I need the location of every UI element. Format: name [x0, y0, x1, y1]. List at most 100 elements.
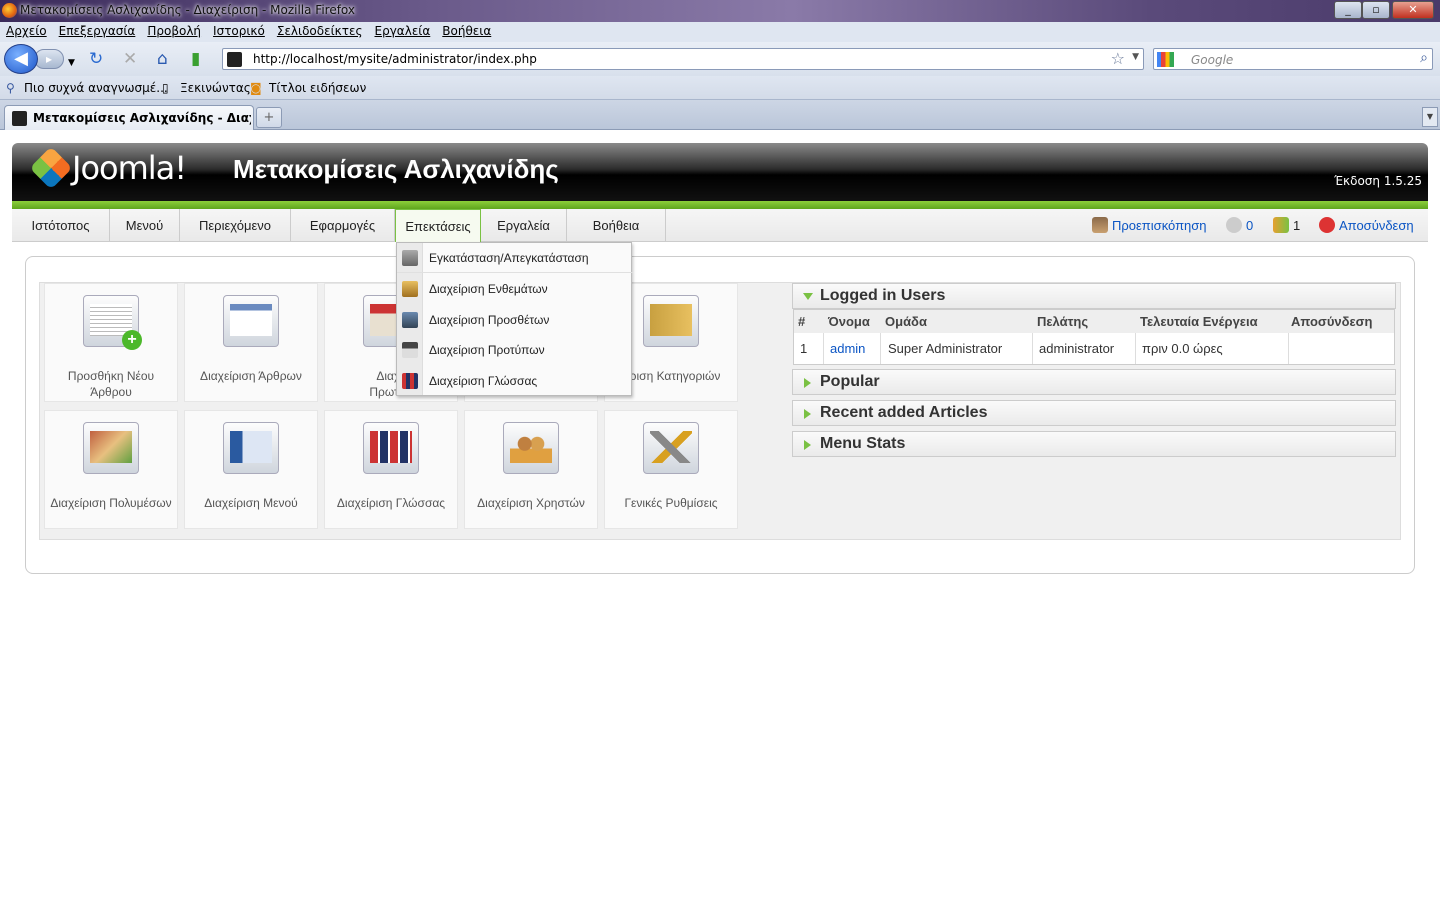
- messages-link[interactable]: 0: [1226, 217, 1253, 233]
- quickicon-articles[interactable]: Διαχείριση Άρθρων: [184, 283, 318, 402]
- tab-favicon: [12, 111, 27, 126]
- tab-title: Μετακομίσεις Ασλιχανίδης - Διαχεί...: [33, 111, 251, 125]
- bookmark-news[interactable]: Τίτλοι ειδήσεων: [269, 81, 366, 95]
- menu-view[interactable]: Προβολή: [141, 22, 207, 40]
- table-row: 1 admin Super Administrator administrato…: [794, 333, 1394, 364]
- col-name: Όνομα: [828, 314, 870, 329]
- minimize-button[interactable]: _: [1334, 1, 1362, 19]
- quickicon-label: Διαχείριση Μενού: [204, 496, 298, 510]
- templates-icon: [402, 342, 418, 358]
- extensions-dropdown: Εγκατάσταση/Απεγκατάσταση Διαχείριση Ενθ…: [396, 242, 633, 396]
- quickicon-media[interactable]: Διαχείριση Πολυμέσων: [44, 410, 178, 529]
- logout-link[interactable]: Αποσύνδεση: [1319, 217, 1414, 233]
- menu-file[interactable]: Αρχείο: [0, 22, 53, 40]
- logged-in-users-table: # Όνομα Ομάδα Πελάτης Τελευταία Ενέργεια…: [793, 309, 1395, 365]
- joomla-logo-icon: [29, 146, 73, 190]
- window-title: Μετακομίσεις Ασλιχανίδης - Διαχείριση - …: [20, 3, 356, 17]
- add-article-icon: +: [83, 295, 142, 350]
- home-icon[interactable]: ⌂: [157, 49, 168, 69]
- window-titlebar: Μετακομίσεις Ασλιχανίδης - Διαχείριση - …: [0, 0, 1440, 22]
- articles-icon: [223, 295, 279, 347]
- plugins-icon: [402, 312, 418, 328]
- modules-icon: [402, 281, 418, 297]
- bookmark-icon: ⚲: [6, 81, 15, 95]
- history-dropdown-icon[interactable]: ▼: [68, 53, 75, 73]
- browser-menubar: Αρχείο Επεξεργασία Προβολή Ιστορικό Σελιδοδε…: [0, 22, 1440, 42]
- menu-tools[interactable]: Εργαλεία: [369, 22, 437, 40]
- dropdown-item-install[interactable]: Εγκατάσταση/Απεγκατάσταση: [397, 243, 633, 273]
- col-last-activity: Τελευταία Ενέργεια: [1140, 314, 1258, 329]
- maximize-button[interactable]: ▫: [1362, 1, 1390, 19]
- menu-content[interactable]: Περιεχόμενο: [180, 209, 291, 242]
- menu-help-admin[interactable]: Βοήθεια: [567, 209, 666, 242]
- quickicon-label: Διαχείριση Άρθρων: [200, 369, 302, 383]
- section-menu-stats[interactable]: Menu Stats: [792, 431, 1396, 457]
- dropdown-item-plugins[interactable]: Διαχείριση Προσθέτων: [397, 305, 633, 335]
- forward-button[interactable]: ▸: [34, 49, 64, 69]
- quickicon-add-article[interactable]: + Προσθήκη Νέου Άρθρου: [44, 283, 178, 402]
- cell-name[interactable]: admin: [830, 341, 865, 356]
- new-tab-button[interactable]: +: [256, 107, 282, 128]
- search-bar[interactable]: Google ⌕: [1153, 48, 1433, 70]
- section-recent-articles[interactable]: Recent added Articles: [792, 400, 1396, 426]
- collapsed-arrow-icon: [804, 378, 811, 388]
- section-logged-in-users[interactable]: Logged in Users: [792, 283, 1396, 309]
- quickicon-menus[interactable]: Διαχείριση Μενού: [184, 410, 318, 529]
- language-icon: [363, 422, 419, 474]
- quickicon-label: Διαχείριση Πολυμέσων: [50, 496, 172, 510]
- quickicon-users[interactable]: Διαχείριση Χρηστών: [464, 410, 598, 529]
- url-dropdown-icon[interactable]: ▼: [1132, 52, 1139, 62]
- page-content: Joomla! Μετακομίσεις Ασλιχανίδης Έκδοση …: [0, 131, 1440, 900]
- cell-group: Super Administrator: [888, 341, 1003, 356]
- close-button[interactable]: ✕: [1392, 1, 1434, 19]
- url-text: http://localhost/mysite/administrator/in…: [253, 52, 537, 66]
- cell-last-activity: πριν 0.0 ώρες: [1142, 341, 1223, 356]
- dropdown-item-templates[interactable]: Διαχείριση Προτύπων: [397, 335, 633, 365]
- quickicon-label-2: Άρθρου: [90, 385, 132, 399]
- bookmark-star-icon[interactable]: ☆: [1111, 49, 1125, 68]
- install-icon: [402, 250, 418, 266]
- menu-help[interactable]: Βοήθεια: [436, 22, 497, 40]
- menu-icon: [223, 422, 279, 474]
- page-icon: ▯: [162, 81, 169, 95]
- back-button[interactable]: ◀: [4, 44, 38, 74]
- quickicon-label: είριση Κατηγοριών: [621, 369, 721, 383]
- reload-icon[interactable]: ↻: [89, 49, 103, 69]
- admin-menubar: Ιστότοπος Μενού Περιεχόμενο Εφαρμογές Επ…: [12, 209, 1428, 242]
- tab-bar: Μετακομίσεις Ασλιχανίδης - Διαχεί... + ▼: [0, 100, 1440, 130]
- dropdown-item-modules[interactable]: Διαχείριση Ενθεμάτων: [397, 274, 633, 304]
- rss-icon: ◙: [250, 81, 262, 95]
- bookmark-getting-started[interactable]: Ξεκινώντας: [180, 81, 251, 95]
- preview-link[interactable]: Προεπισκόπηση: [1092, 217, 1207, 233]
- online-users: 1: [1273, 217, 1300, 233]
- address-bar[interactable]: http://localhost/mysite/administrator/in…: [222, 48, 1144, 70]
- section-popular[interactable]: Popular: [792, 369, 1396, 395]
- menu-bookmarks[interactable]: Σελιδοδείκτες: [271, 22, 369, 40]
- dropdown-item-languages[interactable]: Διαχείριση Γλώσσας: [397, 366, 633, 396]
- quickicon-language[interactable]: Διαχείριση Γλώσσας: [324, 410, 458, 529]
- tab-active[interactable]: Μετακομίσεις Ασλιχανίδης - Διαχεί...: [4, 105, 254, 130]
- menu-edit[interactable]: Επεξεργασία: [53, 22, 142, 40]
- stop-icon[interactable]: ✕: [123, 49, 137, 69]
- search-icon[interactable]: ⌕: [1420, 50, 1428, 66]
- menu-site[interactable]: Ιστότοπος: [12, 209, 110, 242]
- categories-icon: [643, 295, 699, 347]
- menu-components[interactable]: Εφαρμογές: [291, 209, 395, 242]
- menu-tools-admin[interactable]: Εργαλεία: [481, 209, 567, 242]
- config-icon: [643, 422, 699, 474]
- user-link[interactable]: admin: [830, 341, 865, 356]
- menu-extensions[interactable]: Επεκτάσεις: [395, 209, 481, 242]
- tab-list-button[interactable]: ▼: [1422, 107, 1438, 127]
- signal-icon[interactable]: ▮: [191, 49, 200, 69]
- users-icon: [503, 422, 559, 474]
- menu-history[interactable]: Ιστορικό: [207, 22, 271, 40]
- site-name: Μετακομίσεις Ασλιχανίδης: [233, 154, 559, 184]
- col-group: Ομάδα: [885, 314, 927, 329]
- quickicon-config[interactable]: Γενικές Ρυθμίσεις: [604, 410, 738, 529]
- col-client: Πελάτης: [1037, 314, 1089, 329]
- bookmark-most-visited[interactable]: Πιο συχνά αναγνωσμέ...: [24, 81, 168, 95]
- cell-number: 1: [800, 341, 808, 356]
- google-icon[interactable]: [1157, 52, 1174, 67]
- cell-client: administrator: [1039, 341, 1115, 356]
- menu-menus[interactable]: Μενού: [110, 209, 180, 242]
